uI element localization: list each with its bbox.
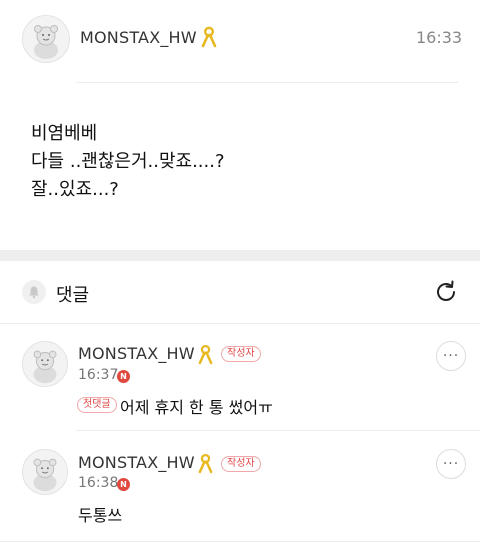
comment-item: MONSTAX_HW 작성자 16:37 N 첫댓글 어제 휴지 한 통 썼어ㅠ… [0,324,480,430]
section-divider [0,250,480,261]
author-badge: 작성자 [221,456,261,472]
post-body-line: 다들 ..괜찮은거..맞죠....? [31,151,225,172]
comment-time: 16:37 [78,367,119,383]
comment-text: 두통쓰 [78,506,123,525]
post-body-line: 비염베베 [31,123,98,144]
avatar-icon [23,342,67,386]
comment-author-avatar[interactable] [22,341,68,387]
comments-label: 댓글 [56,285,90,306]
yellow-ribbon-icon [198,344,213,365]
yellow-ribbon-icon [198,453,213,474]
author-badge: 작성자 [221,346,261,362]
new-badge: N [117,370,130,383]
comment-item: MONSTAX_HW 작성자 16:38 N 두통쓰 ··· [0,431,480,541]
avatar-icon [23,450,67,494]
first-comment-badge: 첫댓글 [77,397,117,413]
post-header-divider [76,82,458,83]
new-badge: N [117,478,130,491]
comment-author-name[interactable]: MONSTAX_HW [78,344,195,363]
more-options-button[interactable]: ··· [436,449,466,479]
bell-icon-wrap[interactable] [22,280,46,304]
post-body: 비염베베 다들 ..괜찮은거..맞죠....? 잘..있죠...? [31,120,225,204]
post-author-avatar[interactable] [22,15,70,63]
comment-text: 어제 휴지 한 통 썼어ㅠ [120,398,273,417]
comment-divider [0,541,480,542]
comment-author-avatar[interactable] [22,449,68,495]
comment-time: 16:38 [78,475,119,491]
refresh-icon[interactable] [433,279,459,305]
post-time: 16:33 [416,28,463,47]
comment-author-name[interactable]: MONSTAX_HW [78,453,195,472]
post-author-name[interactable]: MONSTAX_HW [80,28,197,47]
avatar-icon [23,16,69,62]
yellow-ribbon-icon [201,26,217,48]
post-body-line: 잘..있죠...? [31,179,119,200]
more-options-button[interactable]: ··· [436,341,466,371]
bell-icon [29,286,39,299]
